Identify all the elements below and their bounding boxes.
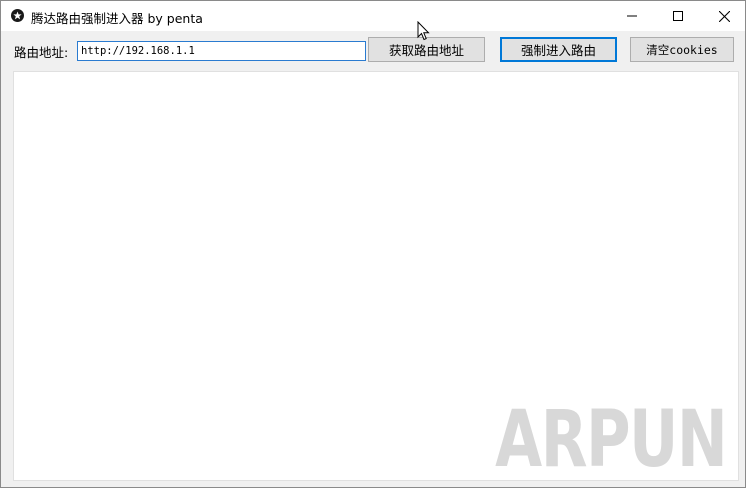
minimize-icon [627, 15, 637, 17]
clear-cookies-button[interactable]: 清空cookies [630, 37, 734, 62]
close-icon [718, 10, 730, 22]
title-bar[interactable]: 腾达路由强制进入器 by penta [1, 1, 745, 31]
router-address-input[interactable] [77, 41, 366, 61]
watermark: ARPUN [494, 395, 728, 481]
window-title: 腾达路由强制进入器 by penta [31, 11, 203, 26]
maximize-button[interactable] [655, 1, 701, 31]
star-badge-icon [11, 9, 24, 22]
force-enter-router-button[interactable]: 强制进入路由 [500, 37, 617, 62]
minimize-button[interactable] [609, 1, 655, 31]
app-window: 腾达路由强制进入器 by penta 路由地址: 获取路由地址 强制进入路由 清… [0, 0, 746, 488]
close-button[interactable] [701, 1, 746, 31]
mouse-cursor-icon [417, 21, 430, 41]
maximize-icon [673, 11, 683, 21]
browser-view[interactable]: ARPUN [13, 71, 739, 481]
address-label: 路由地址: [14, 45, 69, 60]
